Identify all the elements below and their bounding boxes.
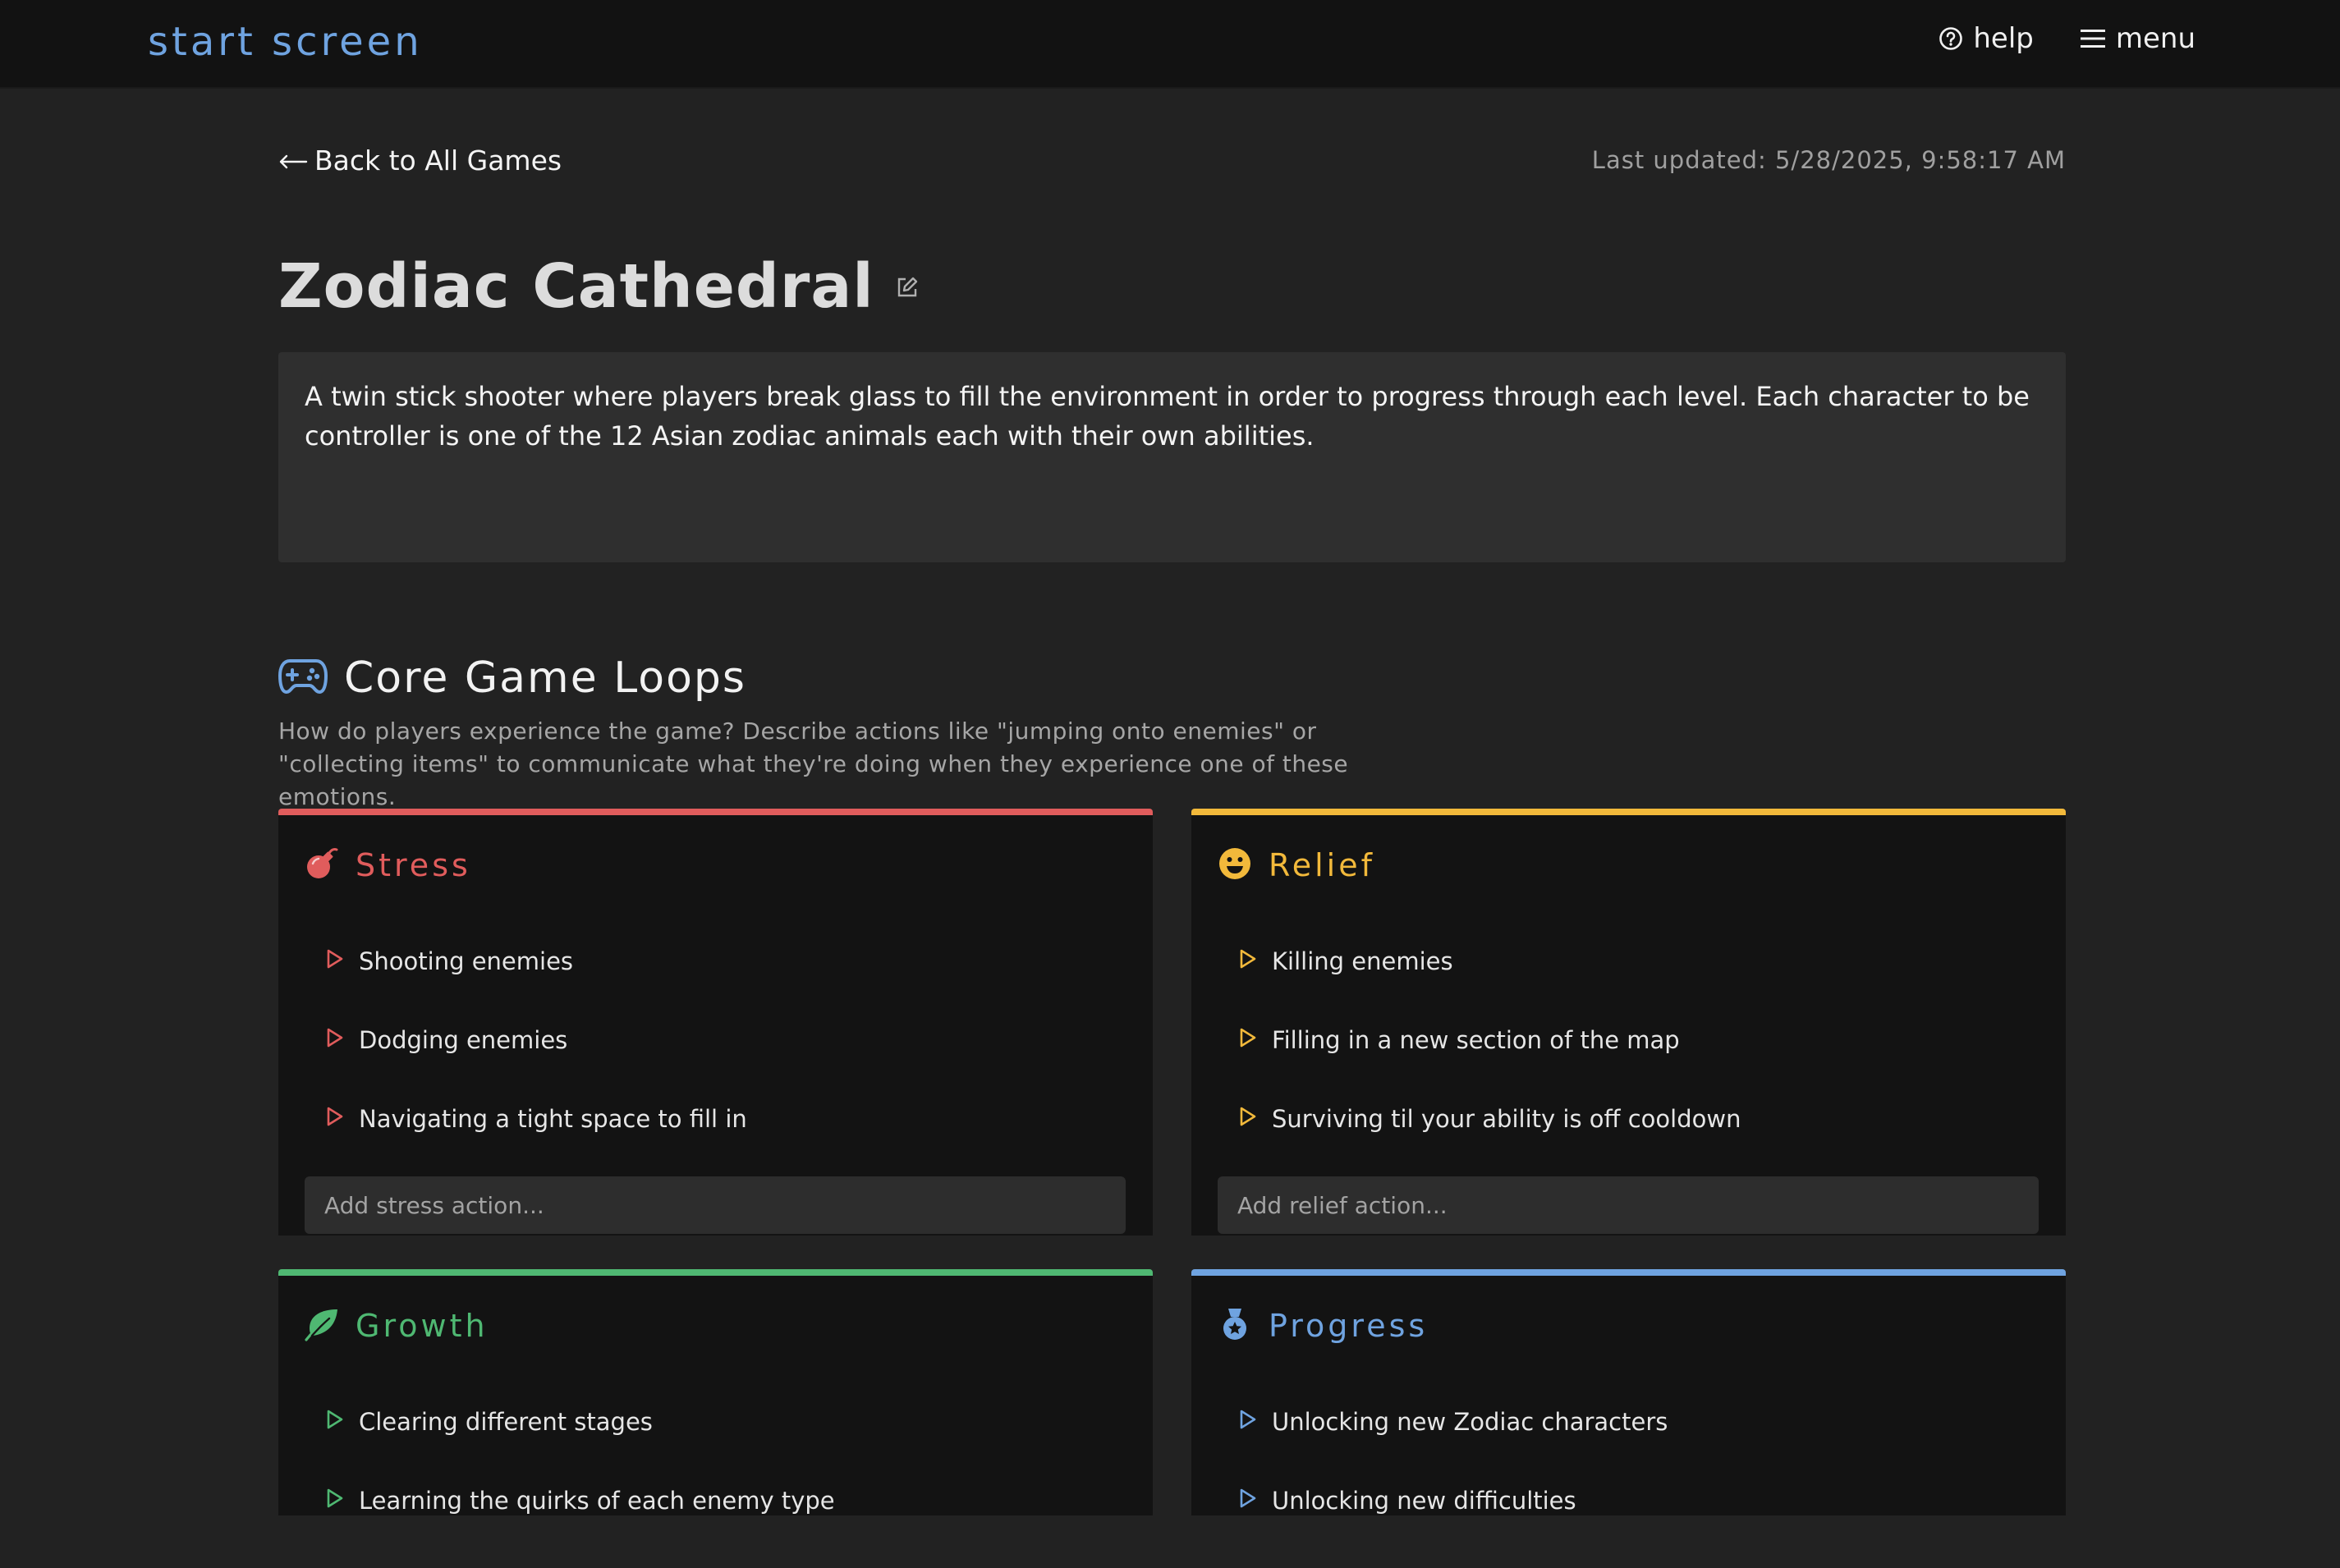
play-triangle-icon bbox=[1239, 1487, 1257, 1515]
play-triangle-icon bbox=[1239, 947, 1257, 975]
relief-title: Relief bbox=[1269, 847, 1375, 883]
top-nav: help menu bbox=[1939, 22, 2195, 55]
bomb-icon bbox=[305, 846, 339, 884]
gamepad-icon bbox=[278, 656, 328, 700]
list-item-text: Learning the quirks of each enemy type bbox=[359, 1487, 835, 1515]
leaf-icon bbox=[305, 1307, 339, 1345]
play-triangle-icon bbox=[326, 947, 344, 975]
list-item: Filling in a new section of the map bbox=[1239, 1001, 1741, 1080]
play-triangle-icon bbox=[1239, 1408, 1257, 1436]
list-item: Shooting enemies bbox=[326, 922, 747, 1001]
relief-card-header: Relief bbox=[1218, 846, 1375, 884]
list-item: Navigating a tight space to fill in bbox=[326, 1080, 747, 1158]
growth-card-header: Growth bbox=[305, 1307, 489, 1345]
play-triangle-icon bbox=[326, 1487, 344, 1515]
back-row: Back to All Games Last updated: 5/28/202… bbox=[278, 138, 2066, 187]
play-triangle-icon bbox=[326, 1026, 344, 1054]
arrow-left-icon bbox=[278, 144, 308, 177]
growth-list: Clearing different stages Learning the q… bbox=[326, 1382, 835, 1568]
list-item: Learning the quirks of each enemy type bbox=[326, 1461, 835, 1540]
list-item-text: Clearing different stages bbox=[359, 1408, 653, 1436]
play-triangle-icon bbox=[1239, 1026, 1257, 1054]
menu-button[interactable]: menu bbox=[2080, 22, 2195, 55]
page-title: Zodiac Cathedral bbox=[278, 251, 874, 322]
relief-list: Killing enemies Filling in a new section… bbox=[1239, 922, 1741, 1186]
list-item-text: Dodging enemies bbox=[359, 1026, 568, 1054]
edit-icon[interactable] bbox=[896, 276, 919, 302]
list-item: Dodging enemies bbox=[326, 1001, 747, 1080]
section-header: Core Game Loops bbox=[278, 653, 746, 703]
list-item-text: Unlocking new difficulties bbox=[1272, 1487, 1576, 1515]
list-item: Killing enemies bbox=[1239, 922, 1741, 1001]
add-stress-action-input[interactable] bbox=[305, 1176, 1126, 1234]
description-textarea[interactable]: A twin stick shooter where players break… bbox=[278, 352, 2066, 562]
last-updated-text: Last updated: 5/28/2025, 9:58:17 AM bbox=[1591, 146, 2066, 174]
stress-list: Shooting enemies Dodging enemies Navigat… bbox=[326, 922, 747, 1186]
list-item: Unlocking new difficulties bbox=[1239, 1461, 1668, 1540]
brand-logo[interactable]: start screen bbox=[148, 16, 423, 67]
play-triangle-icon bbox=[326, 1408, 344, 1436]
growth-title: Growth bbox=[356, 1308, 489, 1344]
list-item-text: Killing enemies bbox=[1272, 947, 1453, 975]
play-triangle-icon bbox=[1239, 1105, 1257, 1133]
list-item-text: Surviving til your ability is off cooldo… bbox=[1272, 1105, 1741, 1133]
help-button[interactable]: help bbox=[1939, 22, 2034, 55]
smile-icon bbox=[1218, 846, 1252, 884]
help-label: help bbox=[1973, 22, 2034, 55]
title-row: Zodiac Cathedral bbox=[278, 251, 919, 322]
section-title: Core Game Loops bbox=[344, 653, 747, 703]
menu-label: menu bbox=[2115, 22, 2195, 55]
growth-card: Growth Clearing different stages Learnin… bbox=[278, 1269, 1153, 1515]
list-item-text: Navigating a tight space to fill in bbox=[359, 1105, 747, 1133]
progress-title: Progress bbox=[1269, 1308, 1429, 1344]
section-subtitle: How do players experience the game? Desc… bbox=[278, 718, 1349, 810]
hamburger-icon bbox=[2080, 28, 2106, 49]
medal-icon bbox=[1218, 1307, 1252, 1345]
help-icon bbox=[1939, 26, 1963, 51]
back-to-all-games-link[interactable]: Back to All Games bbox=[278, 144, 562, 177]
back-label: Back to All Games bbox=[314, 144, 562, 177]
progress-card-header: Progress bbox=[1218, 1307, 1428, 1345]
list-item: Clearing different stages bbox=[326, 1382, 835, 1461]
list-item-text: Shooting enemies bbox=[359, 947, 574, 975]
add-relief-action-input[interactable] bbox=[1218, 1176, 2039, 1234]
list-item: Unlocking new Zodiac characters bbox=[1239, 1382, 1668, 1461]
progress-list: Unlocking new Zodiac characters Unlockin… bbox=[1239, 1382, 1668, 1568]
list-item: Surviving til your ability is off cooldo… bbox=[1239, 1080, 1741, 1158]
stress-card: Stress Shooting enemies Dodging enemies … bbox=[278, 809, 1153, 1236]
top-bar: start screen help menu bbox=[0, 0, 2340, 89]
relief-card: Relief Killing enemies Filling in a new … bbox=[1191, 809, 2066, 1236]
progress-card: Progress Unlocking new Zodiac characters… bbox=[1191, 1269, 2066, 1515]
play-triangle-icon bbox=[326, 1105, 344, 1133]
list-item-text: Filling in a new section of the map bbox=[1272, 1026, 1680, 1054]
stress-title: Stress bbox=[356, 847, 471, 883]
list-item-text: Unlocking new Zodiac characters bbox=[1272, 1408, 1668, 1436]
stress-card-header: Stress bbox=[305, 846, 471, 884]
